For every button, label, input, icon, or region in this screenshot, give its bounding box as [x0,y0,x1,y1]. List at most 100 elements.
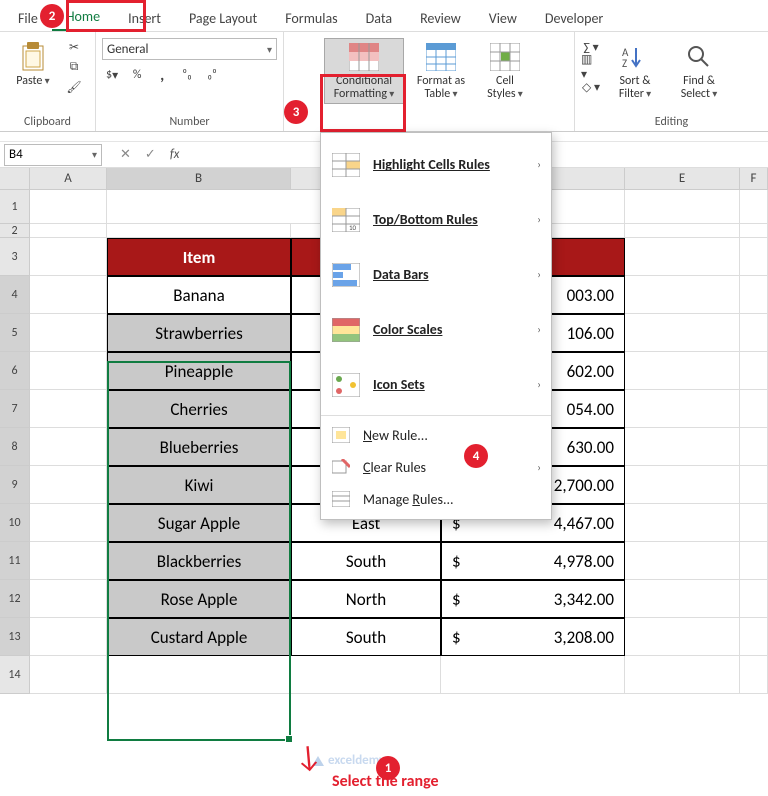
row-header-9[interactable]: 9 [0,466,30,504]
row-header-13[interactable]: 13 [0,618,30,656]
fx-icon[interactable]: fx [170,147,180,162]
menu-clear-rules-label: Clear Rules [363,459,519,476]
find-select-button[interactable]: Find & Select [669,38,729,104]
cell-styles-icon [489,41,521,73]
row-header-8[interactable]: 8 [0,428,30,466]
row-header-11[interactable]: 11 [0,542,30,580]
table-row-region[interactable]: South [291,542,441,580]
table-row-item[interactable]: Blueberries [107,428,291,466]
manage-rules-icon [331,490,351,508]
percent-button[interactable]: % [127,66,147,84]
menu-iconsets-label: Icon Sets [373,376,519,393]
table-row-item[interactable]: Banana [107,276,291,314]
table-row-item[interactable]: Sugar Apple [107,504,291,542]
menu-new-rule[interactable]: New Rule... [321,419,551,451]
tab-data[interactable]: Data [352,4,406,31]
format-painter-icon[interactable]: 🖌 [64,78,84,96]
number-format-select[interactable]: General ▾ [102,38,277,60]
table-row-item[interactable]: Cherries [107,390,291,428]
row-header-4[interactable]: 4 [0,276,30,314]
row-header-6[interactable]: 6 [0,352,30,390]
col-header-F[interactable]: F [740,168,768,190]
table-row-item[interactable]: Blackberries [107,542,291,580]
select-all-corner[interactable] [0,168,30,190]
table-row-item[interactable]: Kiwi [107,466,291,504]
row-header-5[interactable]: 5 [0,314,30,352]
decrease-decimal-icon[interactable]: ₀⁰ [202,66,222,84]
cancel-formula-icon[interactable]: ✕ [120,147,131,162]
paste-button[interactable]: Paste [6,38,60,91]
table-row-region[interactable]: South [291,618,441,656]
copy-icon[interactable]: ⧉ [64,58,84,76]
col-header-E[interactable]: E [625,168,740,190]
sort-filter-button[interactable]: AZ Sort & Filter [605,38,665,104]
row-header-3[interactable]: 3 [0,238,30,276]
currency-button[interactable]: $ ▾ [102,66,122,84]
submenu-arrow-icon: › [537,268,541,281]
table-row-item[interactable]: Strawberries [107,314,291,352]
row-header-2[interactable]: 2 [0,224,30,238]
menu-new-rule-label: New Rule... [363,427,541,444]
conditional-formatting-button[interactable]: Conditional Formatting [324,38,404,104]
submenu-arrow-icon: › [537,323,541,336]
menu-color-scales[interactable]: Color Scales › [321,302,551,357]
name-box[interactable]: B4 ▾ [4,144,102,166]
color-scales-icon [331,316,361,344]
format-as-table-icon [425,41,457,73]
sort-filter-label: Sort & Filter [610,75,660,101]
paste-label: Paste [16,75,49,88]
menu-manage-rules[interactable]: Manage Rules... [321,483,551,515]
col-header-B[interactable]: B [107,168,291,190]
tab-home[interactable]: Home [52,2,114,31]
cut-icon[interactable]: ✂ [64,38,84,56]
callout-select-range: Select the range [332,772,439,791]
new-rule-icon [331,426,351,444]
submenu-arrow-icon: › [537,213,541,226]
ribbon-tab-bar: File Home Insert Page Layout Formulas Da… [0,0,768,32]
menu-clear-rules[interactable]: Clear Rules › [321,451,551,483]
table-row-region[interactable]: North [291,580,441,618]
watermark-text: exceldemy [328,753,385,768]
accept-formula-icon[interactable]: ✓ [145,147,156,162]
ribbon-body: Paste ✂ ⧉ 🖌 Clipboard General ▾ $ ▾ % , … [0,32,768,132]
fill-icon[interactable]: ▥ ▾ [581,58,601,76]
tab-file[interactable]: File [4,4,52,31]
number-format-value: General [107,42,148,57]
table-row-amount[interactable]: $4,978.00 [441,542,625,580]
find-select-icon [683,41,715,73]
tab-formulas[interactable]: Formulas [271,4,351,31]
conditional-formatting-label: Conditional Formatting [329,75,399,101]
table-header-item[interactable]: Item [107,238,291,276]
menu-data-bars[interactable]: Data Bars › [321,247,551,302]
table-row-item[interactable]: Pineapple [107,352,291,390]
col-header-A[interactable]: A [30,168,107,190]
table-row-amount[interactable]: $3,342.00 [441,580,625,618]
top-bottom-icon: 10 [331,206,361,234]
tab-developer[interactable]: Developer [531,4,617,31]
format-as-table-button[interactable]: Format as Table [408,38,474,104]
row-header-14[interactable]: 14 [0,656,30,694]
row-header-1[interactable]: 1 [0,190,30,224]
tab-view[interactable]: View [475,4,531,31]
menu-topbot-label: Top/Bottom Rules [373,211,519,228]
cell-styles-button[interactable]: Cell Styles [478,38,532,104]
highlight-cells-icon [331,151,361,179]
tab-insert[interactable]: Insert [114,4,175,31]
tab-review[interactable]: Review [406,4,475,31]
menu-icon-sets[interactable]: Icon Sets › [321,357,551,412]
clear-icon[interactable]: ◇ ▾ [581,78,601,96]
menu-colorscales-label: Color Scales [373,321,519,338]
row-header-12[interactable]: 12 [0,580,30,618]
table-row-amount[interactable]: $3,208.00 [441,618,625,656]
tab-page-layout[interactable]: Page Layout [175,4,271,31]
comma-button[interactable]: , [152,66,172,84]
menu-databars-label: Data Bars [373,266,519,283]
menu-highlight-cells-rules[interactable]: Highlight Cells Rules › [321,137,551,192]
row-header-10[interactable]: 10 [0,504,30,542]
row-header-7[interactable]: 7 [0,390,30,428]
table-row-item[interactable]: Custard Apple [107,618,291,656]
group-number: General ▾ $ ▾ % , ⁰₀ ₀⁰ Number [96,32,284,131]
table-row-item[interactable]: Rose Apple [107,580,291,618]
increase-decimal-icon[interactable]: ⁰₀ [177,66,197,84]
menu-top-bottom-rules[interactable]: 10 Top/Bottom Rules › [321,192,551,247]
